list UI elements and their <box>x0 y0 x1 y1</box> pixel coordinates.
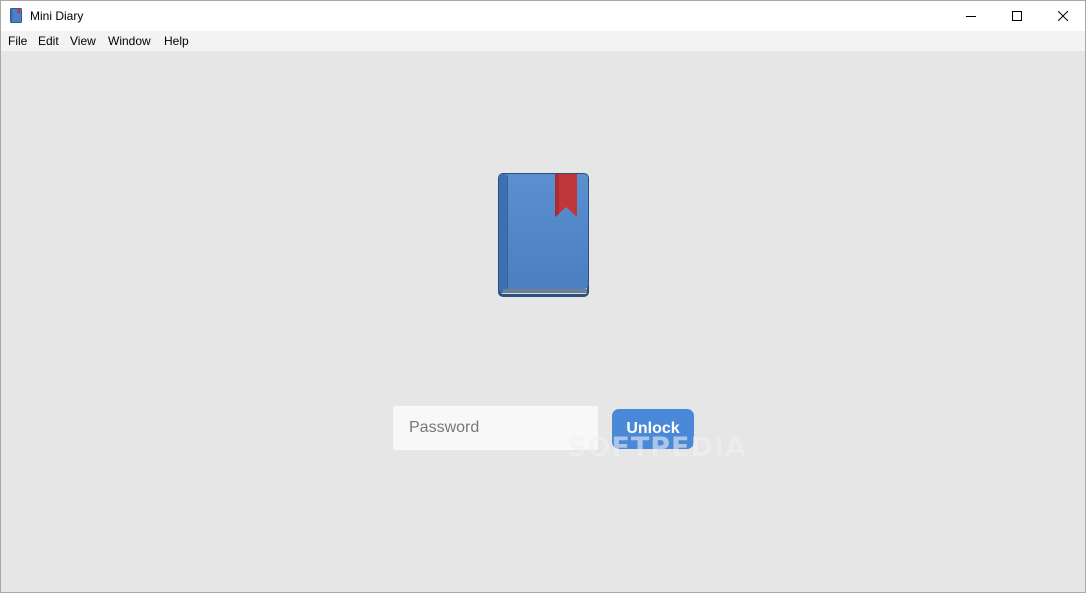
minimize-button[interactable] <box>948 1 994 31</box>
menu-file[interactable]: File <box>8 34 27 49</box>
window-title: Mini Diary <box>30 9 84 23</box>
close-icon <box>1058 11 1068 21</box>
minimize-icon <box>966 16 976 17</box>
password-field[interactable] <box>393 406 598 450</box>
close-button[interactable] <box>1040 1 1085 31</box>
app-window: Mini Diary File Edit View Window Help Un… <box>0 0 1086 593</box>
maximize-button[interactable] <box>994 1 1040 31</box>
diary-book-icon <box>10 8 22 23</box>
unlock-button[interactable]: Unlock <box>612 409 694 449</box>
menu-edit[interactable]: Edit <box>38 34 59 49</box>
menu-view[interactable]: View <box>70 34 96 49</box>
maximize-icon <box>1012 11 1022 21</box>
title-bar[interactable]: Mini Diary <box>1 1 1085 31</box>
menu-window[interactable]: Window <box>108 34 151 49</box>
menu-bar: File Edit View Window Help <box>1 31 1085 51</box>
book-icon <box>498 173 589 297</box>
menu-help[interactable]: Help <box>164 34 189 49</box>
